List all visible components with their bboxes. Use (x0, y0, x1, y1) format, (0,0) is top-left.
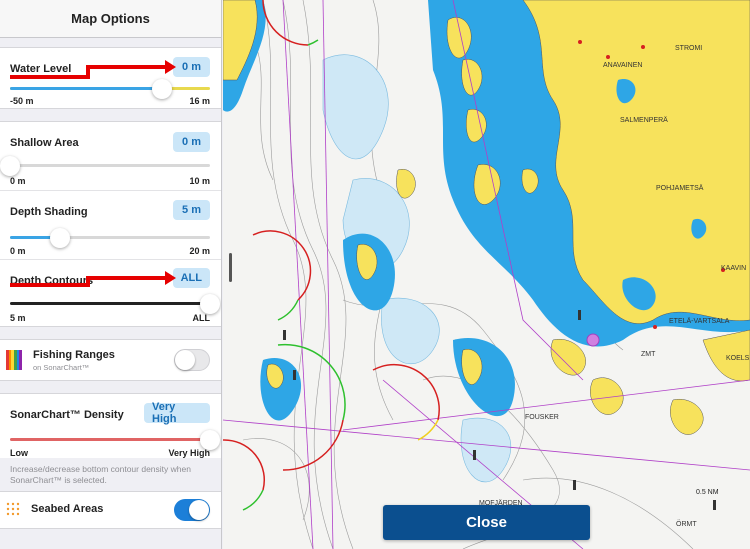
shallow-area-thumb[interactable] (0, 155, 20, 176)
water-level-label: Water Level (10, 63, 72, 75)
depth-shading-label: Depth Shading (10, 206, 88, 218)
toggle-knob (175, 350, 195, 370)
sonarchart-density-thumb[interactable] (200, 429, 220, 450)
shallow-area-label: Shallow Area (10, 137, 79, 149)
depth-shading-slider[interactable] (10, 227, 210, 248)
density-note: Increase/decrease bottom contour density… (0, 458, 221, 491)
water-level-fill (10, 87, 162, 90)
sonarchart-density-row: SonarChart™ Density Very High Low Very H… (0, 394, 221, 458)
fishing-ranges-sublabel: on SonarChart™ (33, 363, 90, 372)
chart-canvas: ANAVAINEN STROMI SALMENPERÄ POHJAMETSÄ K… (223, 0, 750, 549)
seabed-areas-toggle[interactable] (174, 499, 210, 521)
sonarchart-density-label: SonarChart™ Density (10, 409, 124, 421)
annotation-arrow (10, 75, 90, 79)
seabed-areas-row: Seabed Areas (0, 492, 221, 528)
depth-contours-row: Depth Contours ALL 5 m ALL (0, 259, 221, 326)
nautical-chart-map[interactable]: ANAVAINEN STROMI SALMENPERÄ POHJAMETSÄ K… (223, 0, 750, 549)
scale-bar: 0.5 NM (696, 489, 719, 496)
place-label: FOUSKER (525, 414, 559, 421)
depth-contours-max: ALL (192, 313, 211, 323)
fishing-ranges-row: Fishing Ranges on SonarChart™ (0, 340, 221, 380)
fishing-ranges-icon (6, 350, 23, 370)
place-label: ZMT (641, 351, 656, 358)
panel-header: Map Options (0, 0, 221, 38)
fishing-ranges-toggle[interactable] (174, 349, 210, 371)
place-label: POHJAMETSÄ (656, 184, 704, 192)
place-label: ANAVAINEN (603, 62, 642, 69)
place-label: SALMENPERÄ (620, 116, 668, 124)
depth-shading-row: Depth Shading 5 m 0 m 20 m (0, 190, 221, 259)
panel-title: Map Options (71, 11, 150, 26)
sonarchart-density-value[interactable]: Very High (144, 401, 210, 425)
water-level-max: 16 m (189, 96, 210, 106)
panel-resize-handle[interactable] (229, 253, 232, 282)
water-level-row: Water Level 0 m -50 m 16 m (0, 48, 221, 108)
sonarchart-density-min: Low (10, 448, 28, 458)
toggle-knob (189, 500, 209, 520)
sonarchart-density-slider[interactable] (10, 429, 220, 450)
depth-contours-slider[interactable] (10, 293, 220, 314)
map-options-panel: Map Options Water Level 0 m -50 m 16 m S… (0, 0, 222, 549)
sonarchart-density-max: Very High (168, 448, 210, 458)
depth-contours-value[interactable]: ALL (172, 268, 210, 288)
annotation-arrow (86, 276, 166, 280)
depth-contours-min: 5 m (10, 313, 26, 323)
place-label: KAAVIN (721, 265, 746, 272)
seabed-areas-icon (6, 502, 20, 516)
water-level-value[interactable]: 0 m (173, 57, 210, 77)
shallow-area-slider[interactable] (0, 155, 210, 176)
shallow-area-min: 0 m (10, 176, 26, 186)
depth-shading-min: 0 m (10, 246, 26, 256)
place-label: ETELÄ-VARTSALA (669, 317, 730, 325)
water-level-slider[interactable] (10, 78, 210, 99)
depth-contours-thumb[interactable] (200, 293, 220, 314)
water-level-min: -50 m (10, 96, 34, 106)
shallow-area-max: 10 m (189, 176, 210, 186)
depth-shading-value[interactable]: 5 m (173, 200, 210, 220)
place-label: KOELS (726, 355, 750, 362)
shallow-area-value[interactable]: 0 m (173, 132, 210, 152)
annotation-arrow-head (165, 60, 176, 74)
shallow-area-row: Shallow Area 0 m 0 m 10 m (0, 122, 221, 190)
close-button[interactable]: Close (383, 505, 590, 540)
annotation-arrow-head (165, 271, 176, 285)
place-label: STROMI (675, 45, 702, 52)
annotation-arrow (10, 283, 90, 287)
place-label: ÖRMT (676, 520, 697, 528)
annotation-arrow (86, 65, 166, 69)
depth-shading-thumb[interactable] (50, 227, 70, 248)
water-level-thumb[interactable] (152, 78, 172, 99)
fishing-ranges-label: Fishing Ranges (33, 349, 115, 361)
seabed-areas-label: Seabed Areas (31, 503, 104, 515)
depth-shading-max: 20 m (189, 246, 210, 256)
